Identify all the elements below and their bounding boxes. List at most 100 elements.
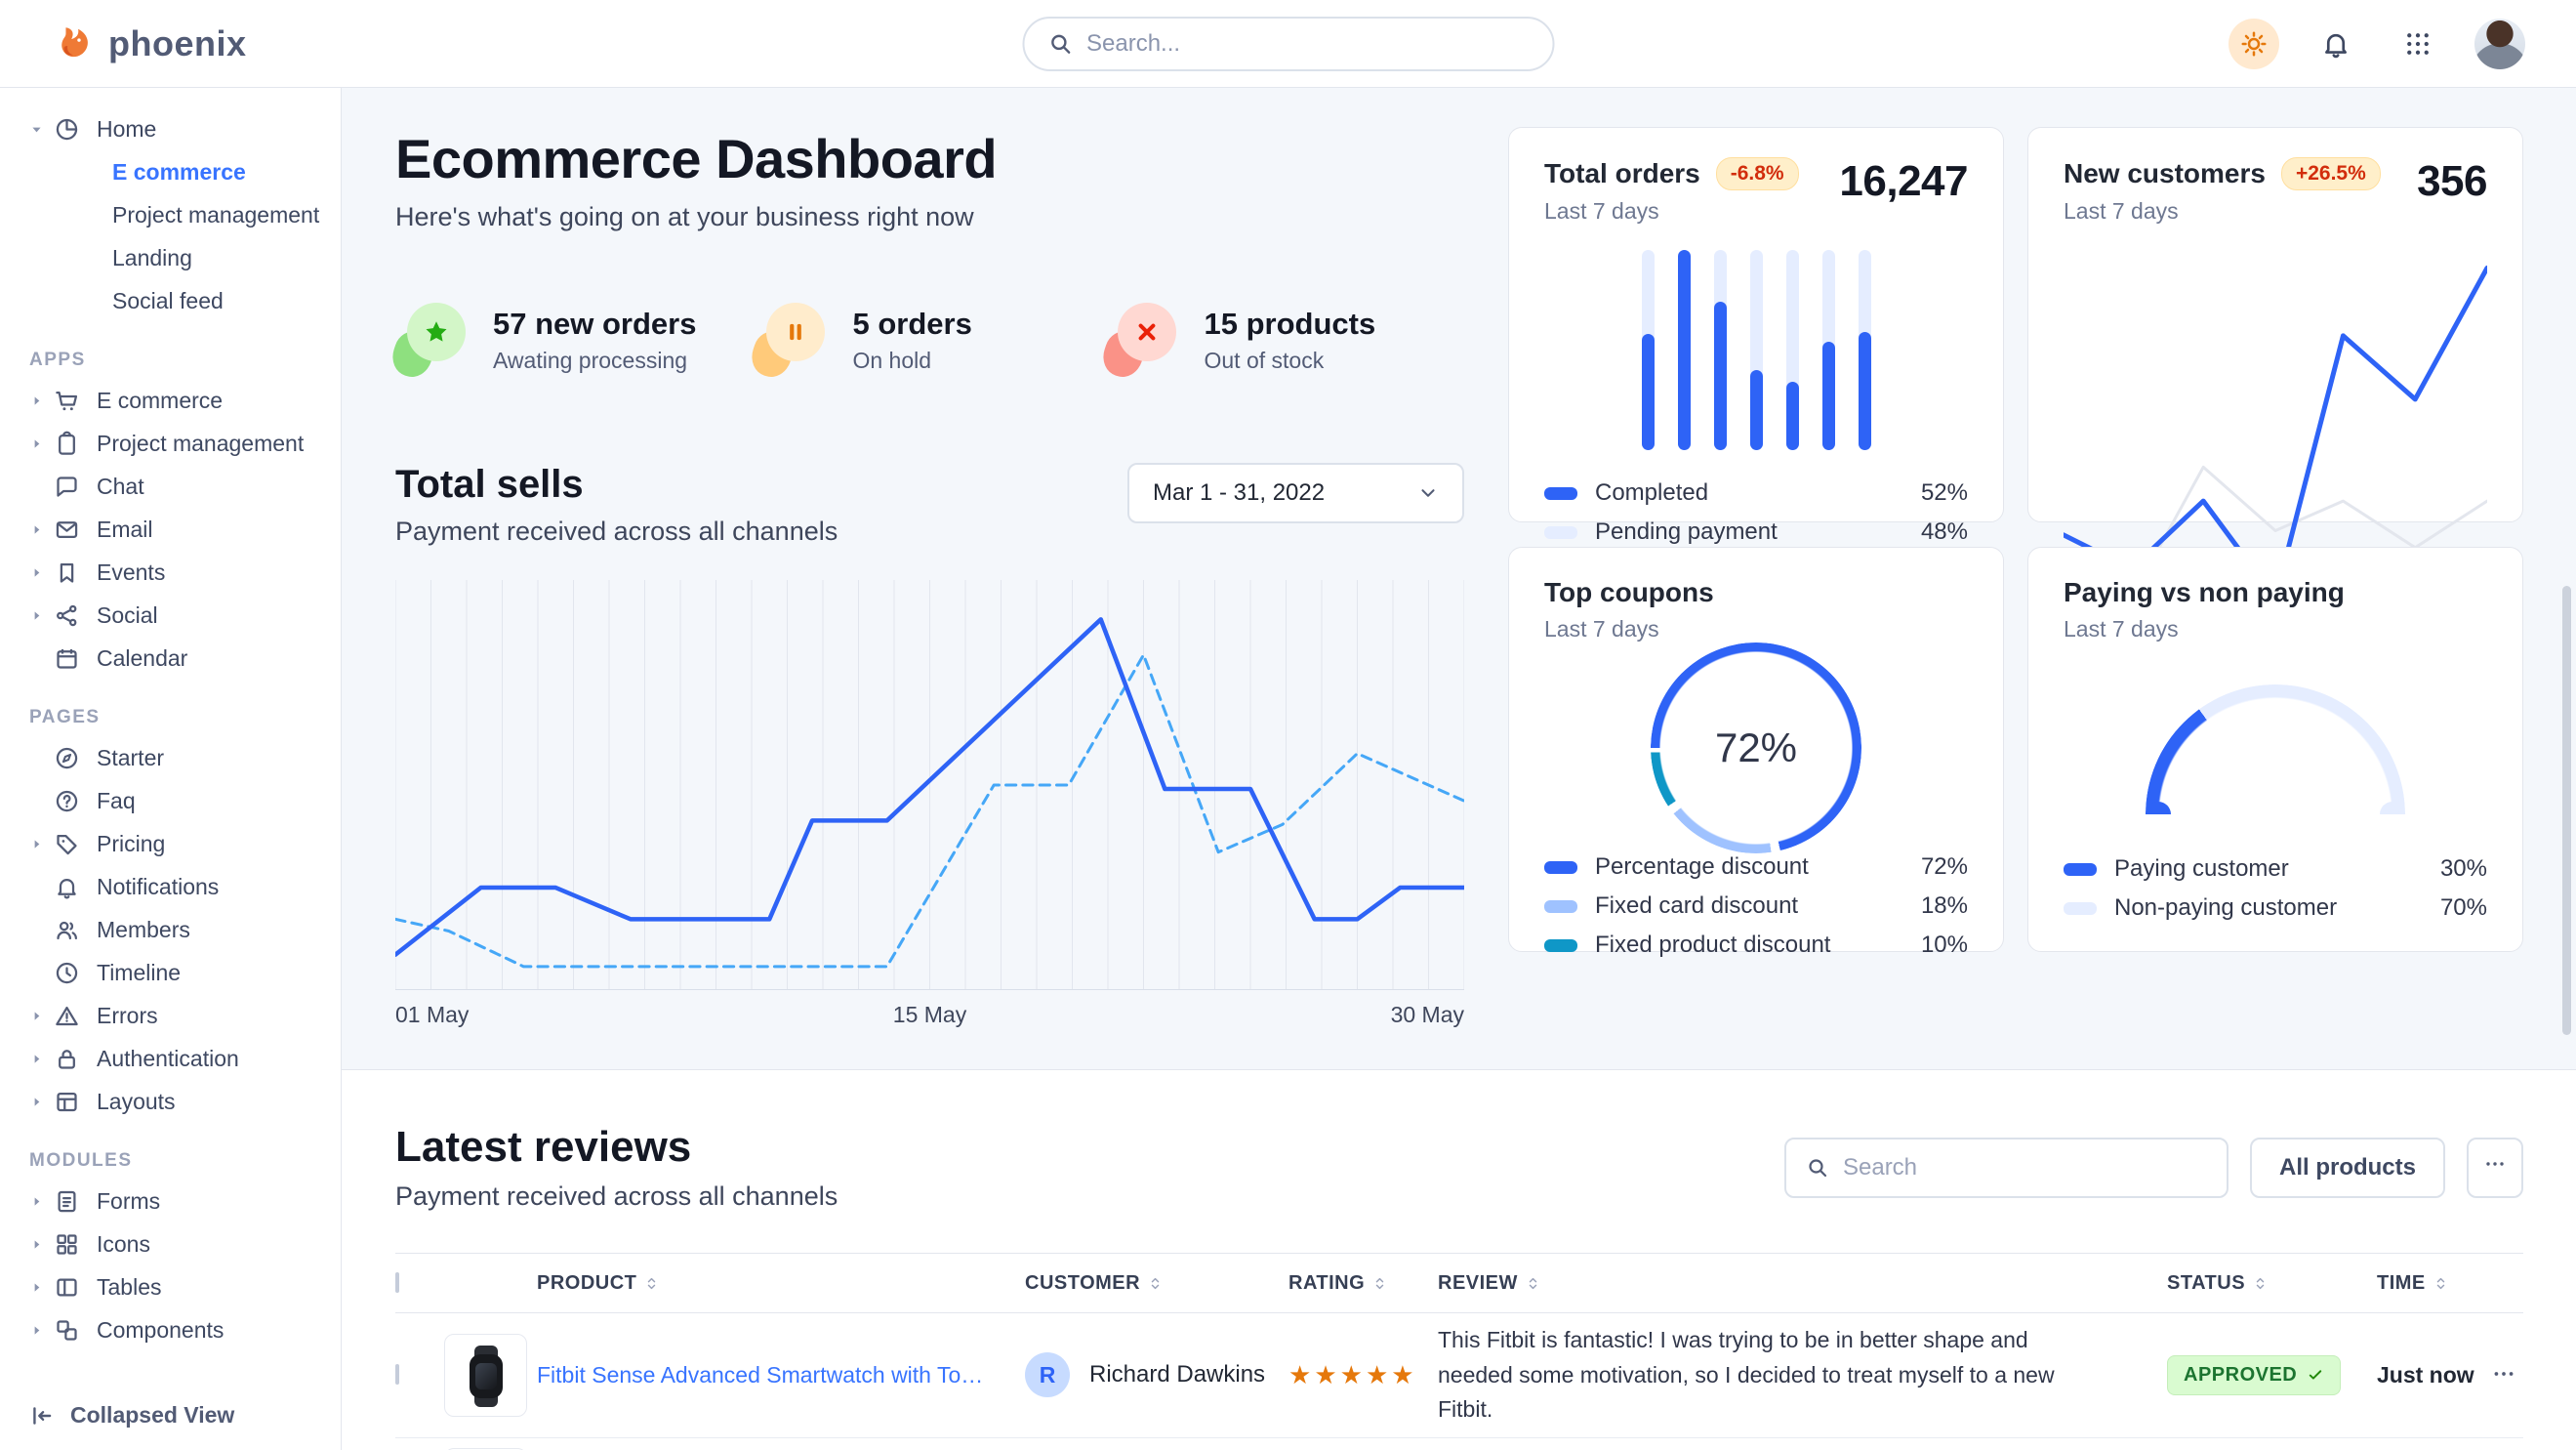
- sidebar-subitem-landing[interactable]: Landing: [0, 236, 341, 279]
- caret-right-icon: [29, 837, 44, 851]
- caret-right-icon: [29, 436, 44, 451]
- sidebar-item-tables[interactable]: Tables: [0, 1265, 341, 1308]
- select-all-checkbox[interactable]: [395, 1272, 399, 1293]
- sidebar-item-icons[interactable]: Icons: [0, 1222, 341, 1265]
- star-icon: ★: [1314, 1360, 1339, 1389]
- sidebar-item-e-commerce[interactable]: E commerce: [0, 379, 341, 422]
- column-header-product[interactable]: PRODUCT: [537, 1272, 1025, 1295]
- column-header-rating[interactable]: RATING: [1288, 1272, 1438, 1295]
- reviews-search[interactable]: [1784, 1138, 2228, 1198]
- total-sells-plot: [395, 580, 1464, 990]
- caret-right-icon: [29, 394, 44, 408]
- bookmark-icon: [54, 559, 80, 586]
- row-menu-button[interactable]: [2484, 1355, 2523, 1394]
- legend-row: Pending payment48%: [1544, 518, 1968, 546]
- caret-right-icon: [29, 608, 44, 623]
- sidebar-item-layouts[interactable]: Layouts: [0, 1080, 341, 1123]
- theme-toggle-button[interactable]: [2228, 19, 2279, 69]
- grid-icon: [54, 1231, 80, 1258]
- sidebar-item-forms[interactable]: Forms: [0, 1180, 341, 1222]
- caret-right-icon: [29, 1280, 44, 1295]
- smartwatch-product-image[interactable]: [444, 1334, 527, 1417]
- components-icon: [54, 1317, 80, 1344]
- stat-value: 57 new orders: [493, 307, 696, 342]
- sidebar-subitem-social-feed[interactable]: Social feed: [0, 279, 341, 322]
- check-icon: [2307, 1366, 2324, 1384]
- x-tick: 30 May: [1391, 1002, 1464, 1028]
- sidebar-item-label: Notifications: [97, 874, 219, 900]
- reviews-more-button[interactable]: [2467, 1138, 2523, 1198]
- total-orders-value: 16,247: [1839, 157, 1968, 206]
- date-range-value: Mar 1 - 31, 2022: [1153, 479, 1325, 507]
- sidebar-item-starter[interactable]: Starter: [0, 736, 341, 779]
- order-bar: [1822, 250, 1835, 450]
- customer-avatar[interactable]: R: [1025, 1352, 1070, 1397]
- sidebar-item-label: Authentication: [97, 1046, 239, 1072]
- notifications-button[interactable]: [2310, 19, 2361, 69]
- sidebar-item-timeline[interactable]: Timeline: [0, 951, 341, 994]
- order-bar: [1786, 250, 1799, 450]
- sidebar-item-members[interactable]: Members: [0, 908, 341, 951]
- collapse-view-button[interactable]: Collapsed View: [29, 1402, 234, 1429]
- paying-gauge-chart: [2064, 642, 2487, 855]
- sidebar-item-label: Tables: [97, 1274, 161, 1301]
- legend-swatch: [2064, 902, 2097, 915]
- nine-dots-grid-icon: [2403, 29, 2433, 59]
- sidebar-item-home[interactable]: Home: [0, 107, 341, 150]
- column-header-review[interactable]: REVIEW: [1438, 1272, 2167, 1295]
- product-link[interactable]: Fitbit Sense Advanced Smartwatch with To…: [537, 1362, 1025, 1388]
- customer-name: Richard Dawkins: [1089, 1361, 1265, 1388]
- caret-right-icon: [29, 837, 51, 851]
- sidebar-subitem-project-management[interactable]: Project management: [0, 193, 341, 236]
- sidebar-item-label: Errors: [97, 1003, 158, 1029]
- global-search[interactable]: [1022, 17, 1554, 71]
- row-status-cell: APPROVED: [2167, 1355, 2377, 1395]
- date-range-select[interactable]: Mar 1 - 31, 2022: [1127, 463, 1464, 523]
- sidebar-item-email[interactable]: Email: [0, 508, 341, 551]
- reviews-table: PRODUCTCUSTOMERRATINGREVIEWSTATUSTIME Fit…: [395, 1253, 2523, 1450]
- star-icon: ★: [1288, 1360, 1314, 1389]
- ellipsis-icon: [2483, 1152, 2507, 1176]
- column-header-status[interactable]: STATUS: [2167, 1272, 2377, 1295]
- brand-logo[interactable]: phoenix: [54, 23, 247, 64]
- page-scrollbar[interactable]: [2562, 586, 2571, 1035]
- legend-swatch: [1544, 526, 1577, 539]
- sidebar-group-title: APPS: [29, 350, 341, 371]
- row-checkbox[interactable]: [395, 1364, 399, 1385]
- sidebar-item-label: Icons: [97, 1231, 150, 1258]
- x-tick: 15 May: [893, 1002, 966, 1028]
- column-header-time[interactable]: TIME: [2377, 1272, 2484, 1295]
- sidebar-item-chat[interactable]: Chat: [0, 465, 341, 508]
- sidebar-item-calendar[interactable]: Calendar: [0, 637, 341, 680]
- sidebar-item-project-management[interactable]: Project management: [0, 422, 341, 465]
- sidebar-item-faq[interactable]: Faq: [0, 779, 341, 822]
- sidebar-item-social[interactable]: Social: [0, 594, 341, 637]
- sidebar-item-label: Email: [97, 517, 153, 543]
- row-image-cell: [444, 1334, 537, 1417]
- reviews-search-input[interactable]: [1843, 1154, 2207, 1181]
- chevron-down-icon: [1417, 482, 1439, 504]
- card-title: Paying vs non paying: [2064, 577, 2345, 608]
- order-bar-fill: [1786, 382, 1799, 450]
- user-avatar[interactable]: [2474, 19, 2525, 69]
- caret-right-icon: [29, 394, 51, 408]
- card-title: Top coupons: [1544, 577, 1714, 608]
- apps-grid-button[interactable]: [2392, 19, 2443, 69]
- sidebar-item-notifications[interactable]: Notifications: [0, 865, 341, 908]
- stat-caption: On hold: [852, 348, 971, 374]
- legend-label: Completed: [1595, 479, 1708, 507]
- pie-chart-icon: [54, 116, 80, 143]
- sidebar-item-events[interactable]: Events: [0, 551, 341, 594]
- sidebar-item-authentication[interactable]: Authentication: [0, 1037, 341, 1080]
- column-header-customer[interactable]: CUSTOMER: [1025, 1272, 1288, 1295]
- row-checkbox-cell: [395, 1366, 444, 1384]
- status-badge: APPROVED: [2167, 1355, 2341, 1395]
- sidebar-item-pricing[interactable]: Pricing: [0, 822, 341, 865]
- global-search-input[interactable]: [1086, 30, 1529, 58]
- sidebar-subitem-e-commerce[interactable]: E commerce: [0, 150, 341, 193]
- sidebar-item-components[interactable]: Components: [0, 1308, 341, 1351]
- all-products-button[interactable]: All products: [2250, 1138, 2445, 1198]
- sidebar-item-errors[interactable]: Errors: [0, 994, 341, 1037]
- orders-bar-chart: [1544, 225, 1968, 479]
- sidebar-item-label: Calendar: [97, 645, 187, 672]
